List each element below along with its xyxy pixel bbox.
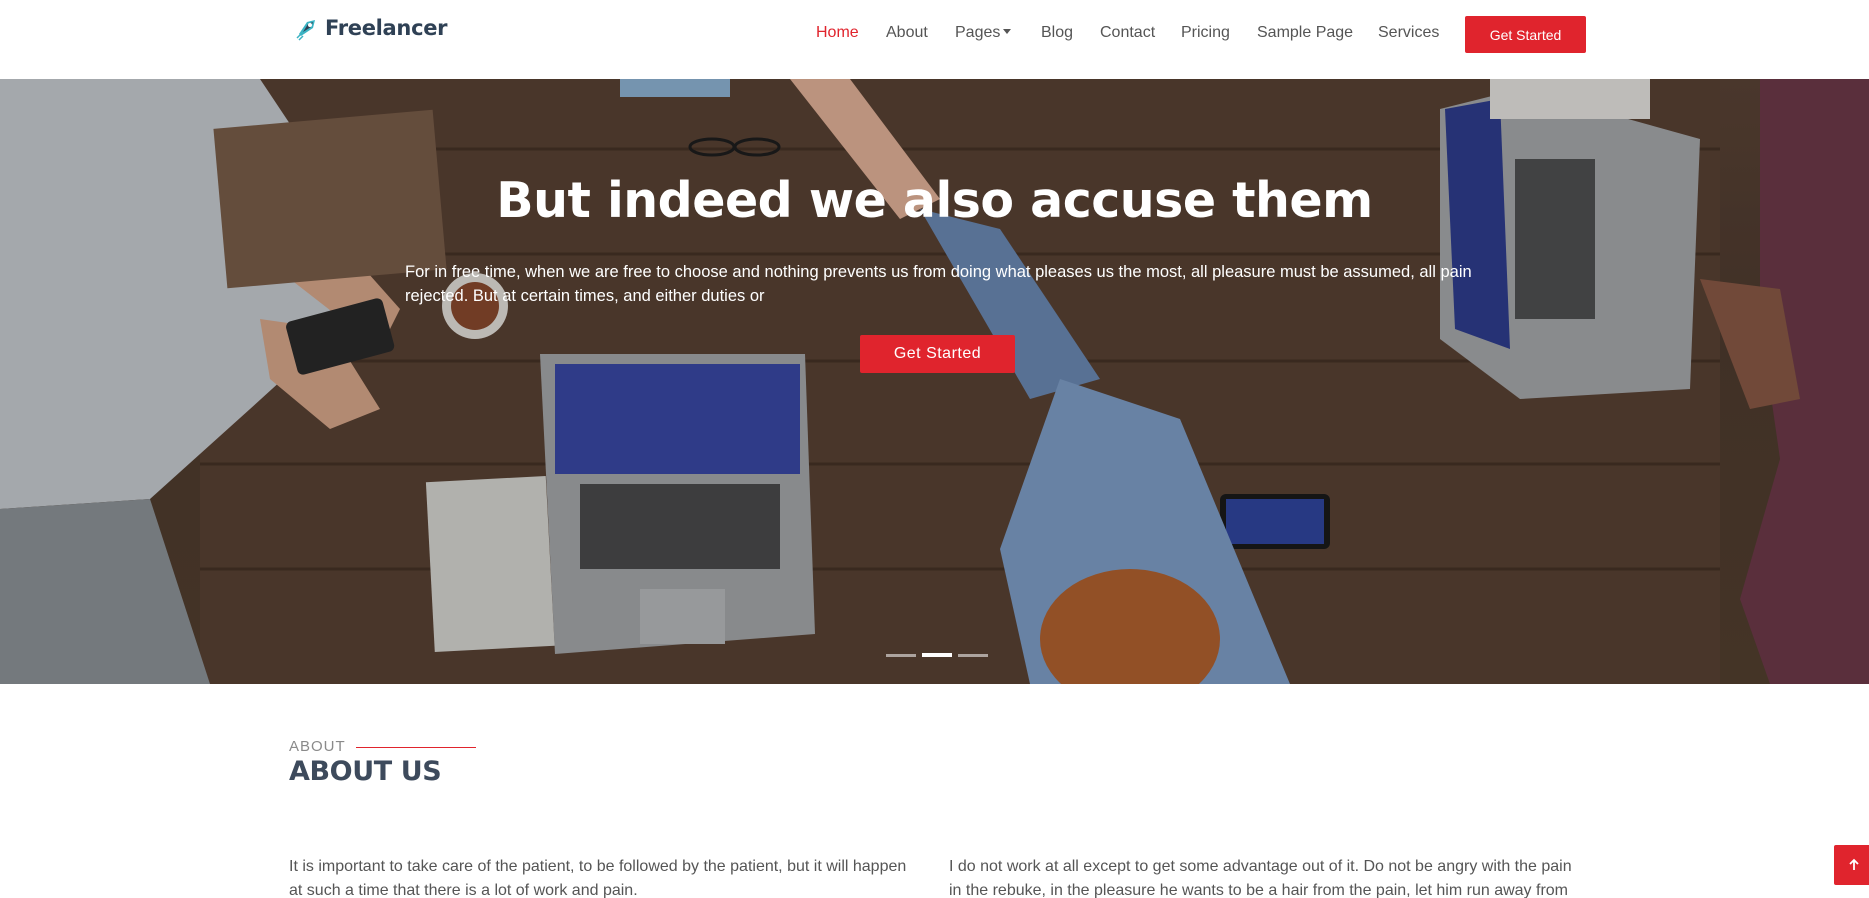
about-paragraph-1: It is important to take care of the pati…: [289, 858, 907, 898]
nav-pages[interactable]: Pages: [955, 24, 1012, 42]
brand-name: Freelancer: [325, 16, 448, 40]
nav-services[interactable]: Services: [1378, 24, 1439, 42]
caret-down-icon: [1003, 29, 1012, 34]
hero-text: For in free time, when we are free to ch…: [405, 263, 1472, 305]
about-paragraph-2: I do not work at all except to get some …: [949, 858, 1572, 898]
logo[interactable]: Freelancer: [293, 14, 448, 42]
get-started-hero-button[interactable]: Get Started: [860, 335, 1015, 373]
nav-contact[interactable]: Contact: [1100, 24, 1155, 42]
slide-indicator-3[interactable]: [958, 654, 988, 657]
slide-indicator-2[interactable]: [922, 653, 952, 657]
nav-pages-label: Pages: [955, 24, 1001, 41]
rocket-icon: [296, 20, 315, 41]
nav-pricing[interactable]: Pricing: [1181, 24, 1230, 42]
slide-indicator-1[interactable]: [886, 654, 916, 657]
nav-about[interactable]: About: [886, 24, 928, 42]
nav-blog[interactable]: Blog: [1041, 24, 1073, 42]
site-header: Freelancer Home About Pages Blog Contact…: [0, 0, 1869, 79]
arrow-up-icon: [1849, 858, 1859, 870]
hero-slider: But indeed we also accuse them For in fr…: [0, 79, 1869, 684]
hero-title: But indeed we also accuse them: [496, 172, 1373, 229]
slider-indicators: [886, 653, 988, 657]
nav-sample-page[interactable]: Sample Page: [1257, 24, 1353, 42]
section-divider: [356, 747, 476, 748]
back-to-top-button[interactable]: [1834, 845, 1869, 885]
hero-overlay: [0, 79, 1869, 684]
section-label: ABOUT: [289, 738, 346, 755]
get-started-header-button[interactable]: Get Started: [1465, 16, 1586, 53]
section-title: ABOUT US: [289, 756, 442, 787]
nav-home[interactable]: Home: [816, 24, 859, 42]
